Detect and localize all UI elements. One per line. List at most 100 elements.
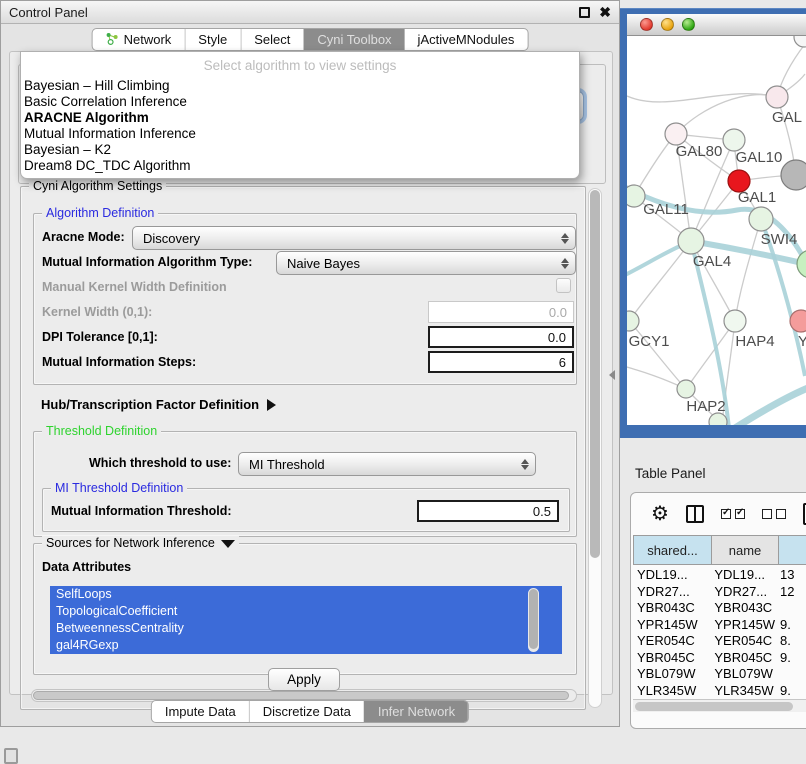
network-node[interactable] bbox=[678, 228, 704, 254]
algorithm-definition-group: Algorithm Definition Aracne Mode: Discov… bbox=[33, 213, 577, 385]
network-node[interactable] bbox=[724, 310, 746, 332]
table-cell: 12 bbox=[780, 584, 806, 601]
network-node[interactable] bbox=[665, 123, 687, 145]
table-cell: 13 bbox=[780, 567, 806, 584]
table-row[interactable]: YDR27...YDR27...12 bbox=[637, 584, 806, 601]
table-row[interactable]: YBR043CYBR043C bbox=[637, 600, 806, 617]
control-panel-content: Select algorithm to view settings Bayesi… bbox=[9, 51, 613, 695]
node-label-hap4: HAP4 bbox=[735, 333, 774, 350]
hub-factor-definition-toggle[interactable]: Hub/Transcription Factor Definition bbox=[41, 397, 276, 412]
minimize-traffic-light-icon[interactable] bbox=[661, 18, 674, 31]
node-label-gal80: GAL80 bbox=[676, 143, 723, 160]
attribute-item-betweennesscentrality[interactable]: BetweennessCentrality bbox=[50, 620, 562, 637]
table-row[interactable]: YBR045CYBR045C9. bbox=[637, 650, 806, 667]
mi-threshold-definition-group: MI Threshold Definition Mutual Informati… bbox=[42, 488, 570, 532]
table-row[interactable]: YBL079WYBL079W bbox=[637, 666, 806, 683]
table-cell: YBR045C bbox=[637, 650, 714, 667]
combo-arrows-icon bbox=[517, 459, 535, 470]
mi-threshold-label: Mutual Information Threshold: bbox=[51, 504, 232, 518]
table-panel: ⚙ shared...name YDL19...YDL19...13YDR27.… bbox=[630, 492, 806, 729]
table-cell: YPR145W bbox=[637, 617, 714, 634]
dpi-tolerance-field[interactable]: 0.0 bbox=[428, 326, 574, 348]
kernel-width-label: Kernel Width (0,1): bbox=[42, 305, 152, 319]
mi-steps-field[interactable]: 6 bbox=[428, 351, 574, 373]
expand-right-icon bbox=[267, 399, 276, 411]
algorithm-option-bayesian-hill-climbing[interactable]: Bayesian – Hill Climbing bbox=[21, 78, 579, 94]
gear-icon[interactable]: ⚙ bbox=[651, 504, 669, 524]
splitter-collapse-icon[interactable] bbox=[609, 370, 615, 380]
tab-style[interactable]: Style bbox=[184, 29, 240, 50]
network-canvas[interactable]: GALGAL80GAL10GAL1GAL11SWI4GAL4GCY1HAP4YH… bbox=[627, 36, 806, 425]
column-header-name[interactable]: name bbox=[712, 535, 779, 565]
network-node[interactable] bbox=[794, 36, 806, 47]
attribute-item-gal4rgexp[interactable]: gal4RGexp bbox=[50, 637, 562, 654]
mi-algorithm-type-combo[interactable]: Naive Bayes bbox=[276, 251, 576, 275]
combo-arrows-icon bbox=[557, 233, 575, 244]
aracne-mode-combo[interactable]: Discovery bbox=[132, 226, 576, 250]
tab-impute-data[interactable]: Impute Data bbox=[152, 701, 249, 722]
table-cell bbox=[780, 666, 806, 683]
manual-kernel-width-checkbox[interactable] bbox=[556, 278, 571, 293]
mi-threshold-field[interactable]: 0.5 bbox=[417, 500, 559, 522]
which-threshold-combo[interactable]: MI Threshold bbox=[238, 452, 536, 476]
node-label-gal: GAL bbox=[772, 109, 802, 126]
network-node[interactable] bbox=[797, 250, 806, 278]
zoom-traffic-light-icon[interactable] bbox=[682, 18, 695, 31]
combo-arrows-icon bbox=[557, 258, 575, 269]
cyni-settings-legend: Cyni Algorithm Settings bbox=[29, 179, 166, 193]
network-view-window: GALGAL80GAL10GAL1GAL11SWI4GAL4GCY1HAP4YH… bbox=[620, 8, 806, 438]
aracne-mode-label: Aracne Mode: bbox=[42, 230, 125, 244]
algorithm-option-dream8-dc-tdc-algorithm[interactable]: Dream8 DC_TDC Algorithm bbox=[21, 158, 579, 174]
close-icon[interactable]: ✖ bbox=[599, 7, 611, 18]
attribute-item-topologicalcoefficient[interactable]: TopologicalCoefficient bbox=[50, 603, 562, 620]
network-icon bbox=[106, 32, 119, 48]
table-cell: YBL079W bbox=[714, 666, 780, 683]
tab-jactivemnodules[interactable]: jActiveMNodules bbox=[405, 29, 528, 50]
table-horizontal-scrollbar[interactable] bbox=[633, 699, 806, 712]
tab-label: Infer Network bbox=[378, 704, 455, 719]
node-table: shared...name YDL19...YDL19...13YDR27...… bbox=[633, 535, 806, 699]
collapse-down-icon bbox=[221, 540, 235, 548]
algorithm-option-mutual-information-inference[interactable]: Mutual Information Inference bbox=[21, 126, 579, 142]
tab-select[interactable]: Select bbox=[240, 29, 303, 50]
sources-legend[interactable]: Sources for Network Inference bbox=[42, 536, 239, 550]
float-window-icon[interactable] bbox=[579, 7, 590, 18]
algorithm-option-basic-correlation-inference[interactable]: Basic Correlation Inference bbox=[21, 94, 579, 110]
column-header-shared[interactable]: shared... bbox=[633, 535, 712, 565]
tab-label: jActiveMNodules bbox=[418, 32, 515, 47]
tab-cyni-toolbox[interactable]: Cyni Toolbox bbox=[303, 29, 404, 50]
network-node[interactable] bbox=[766, 86, 788, 108]
algorithm-option-aracne-algorithm[interactable]: ARACNE Algorithm bbox=[21, 110, 579, 126]
tab-discretize-data[interactable]: Discretize Data bbox=[249, 701, 364, 722]
algorithm-option-bayesian-k2[interactable]: Bayesian – K2 bbox=[21, 142, 579, 158]
settings-vertical-scrollbar[interactable] bbox=[588, 188, 602, 708]
algorithm-definition-legend: Algorithm Definition bbox=[42, 206, 158, 220]
tab-network[interactable]: Network bbox=[93, 29, 185, 50]
column-header-clipped[interactable] bbox=[779, 535, 806, 565]
apply-button[interactable]: Apply bbox=[268, 668, 340, 691]
attribute-item-selfloops[interactable]: SelfLoops bbox=[50, 586, 562, 603]
deselect-all-checkboxes-icon[interactable] bbox=[762, 509, 786, 519]
kernel-width-field[interactable]: 0.0 bbox=[428, 301, 574, 323]
table-row[interactable]: YDL19...YDL19...13 bbox=[637, 567, 806, 584]
table-cell: YPR145W bbox=[714, 617, 780, 634]
table-panel-title: Table Panel bbox=[635, 466, 706, 481]
attributes-list-scrollbar[interactable] bbox=[528, 588, 539, 652]
table-cell: YLR345W bbox=[714, 683, 780, 700]
tab-infer-network[interactable]: Infer Network bbox=[364, 701, 468, 722]
network-node[interactable] bbox=[723, 129, 745, 151]
network-node[interactable] bbox=[749, 207, 773, 231]
network-node[interactable] bbox=[790, 310, 806, 332]
network-node[interactable] bbox=[627, 311, 639, 331]
select-all-checkboxes-icon[interactable] bbox=[721, 509, 745, 519]
network-node[interactable] bbox=[781, 160, 806, 190]
table-row[interactable]: YLR345WYLR345W9. bbox=[637, 683, 806, 700]
table-row[interactable]: YER054CYER054C8. bbox=[637, 633, 806, 650]
columns-icon[interactable] bbox=[686, 505, 704, 523]
node-label-hap2: HAP2 bbox=[686, 398, 725, 415]
node-label-gal4: GAL4 bbox=[693, 253, 731, 270]
table-cell: YER054C bbox=[637, 633, 714, 650]
network-node[interactable] bbox=[677, 380, 695, 398]
close-traffic-light-icon[interactable] bbox=[640, 18, 653, 31]
table-row[interactable]: YPR145WYPR145W9. bbox=[637, 617, 806, 634]
